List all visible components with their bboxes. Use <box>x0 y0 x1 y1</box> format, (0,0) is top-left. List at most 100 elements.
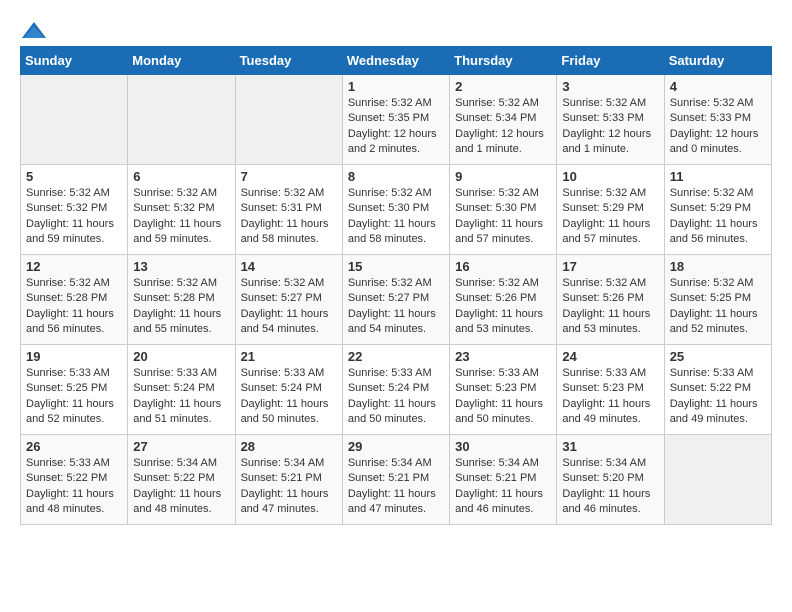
day-info: Sunrise: 5:32 AMSunset: 5:29 PMDaylight:… <box>562 186 658 248</box>
day-info: Sunrise: 5:32 AMSunset: 5:30 PMDaylight:… <box>455 186 551 248</box>
day-info: Sunrise: 5:32 AMSunset: 5:25 PMDaylight:… <box>670 276 766 338</box>
day-info: Sunrise: 5:32 AMSunset: 5:26 PMDaylight:… <box>455 276 551 338</box>
day-cell: 31Sunrise: 5:34 AMSunset: 5:20 PMDayligh… <box>557 435 664 525</box>
day-number: 1 <box>348 79 444 94</box>
header-tuesday: Tuesday <box>235 47 342 75</box>
day-info: Sunrise: 5:33 AMSunset: 5:23 PMDaylight:… <box>455 366 551 428</box>
day-cell: 30 Sunrise: 5:34 AMSunset: 5:21 PMDayligh… <box>450 435 557 525</box>
day-info: Sunrise: 5:32 AMSunset: 5:32 PMDaylight:… <box>133 186 229 248</box>
day-number: 22 <box>348 349 444 364</box>
day-cell: 20 Sunrise: 5:33 AMSunset: 5:24 PMDayligh… <box>128 345 235 435</box>
day-cell: 4 Sunrise: 5:32 AMSunset: 5:33 PMDaylight… <box>664 75 771 165</box>
day-number: 13 <box>133 259 229 274</box>
day-info: Sunrise: 5:32 AMSunset: 5:35 PMDaylight:… <box>348 96 444 158</box>
day-number: 8 <box>348 169 444 184</box>
day-cell: 26Sunrise: 5:33 AMSunset: 5:22 PMDayligh… <box>21 435 128 525</box>
day-info: Sunrise: 5:32 AMSunset: 5:28 PMDaylight:… <box>133 276 229 338</box>
day-cell: 21 Sunrise: 5:33 AMSunset: 5:24 PMDayligh… <box>235 345 342 435</box>
day-number: 3 <box>562 79 658 94</box>
day-cell: 15 Sunrise: 5:32 AMSunset: 5:27 PMDayligh… <box>342 255 449 345</box>
day-info: Sunrise: 5:32 AMSunset: 5:33 PMDaylight:… <box>562 96 658 158</box>
empty-cell <box>21 75 128 165</box>
day-number: 29 <box>348 439 444 454</box>
day-number: 18 <box>670 259 766 274</box>
day-info: Sunrise: 5:33 AMSunset: 5:24 PMDaylight:… <box>133 366 229 428</box>
day-info: Sunrise: 5:33 AMSunset: 5:22 PMDaylight:… <box>670 366 766 428</box>
calendar-week-row: 12Sunrise: 5:32 AMSunset: 5:28 PMDayligh… <box>21 255 772 345</box>
empty-cell <box>235 75 342 165</box>
day-cell: 3 Sunrise: 5:32 AMSunset: 5:33 PMDaylight… <box>557 75 664 165</box>
day-number: 30 <box>455 439 551 454</box>
day-info: Sunrise: 5:33 AMSunset: 5:24 PMDaylight:… <box>348 366 444 428</box>
day-cell: 14 Sunrise: 5:32 AMSunset: 5:27 PMDayligh… <box>235 255 342 345</box>
day-number: 2 <box>455 79 551 94</box>
day-number: 17 <box>562 259 658 274</box>
day-cell: 1 Sunrise: 5:32 AMSunset: 5:35 PMDaylight… <box>342 75 449 165</box>
day-number: 9 <box>455 169 551 184</box>
day-info: Sunrise: 5:34 AMSunset: 5:22 PMDaylight:… <box>133 456 229 518</box>
day-cell: 13 Sunrise: 5:32 AMSunset: 5:28 PMDayligh… <box>128 255 235 345</box>
header-sunday: Sunday <box>21 47 128 75</box>
day-cell: 16 Sunrise: 5:32 AMSunset: 5:26 PMDayligh… <box>450 255 557 345</box>
calendar-header-row: SundayMondayTuesdayWednesdayThursdayFrid… <box>21 47 772 75</box>
day-number: 4 <box>670 79 766 94</box>
day-info: Sunrise: 5:32 AMSunset: 5:34 PMDaylight:… <box>455 96 551 158</box>
day-number: 24 <box>562 349 658 364</box>
day-info: Sunrise: 5:32 AMSunset: 5:29 PMDaylight:… <box>670 186 766 248</box>
day-cell: 7 Sunrise: 5:32 AMSunset: 5:31 PMDaylight… <box>235 165 342 255</box>
day-cell: 5 Sunrise: 5:32 AMSunset: 5:32 PMDaylight… <box>21 165 128 255</box>
logo-icon <box>20 20 48 42</box>
day-cell: 6 Sunrise: 5:32 AMSunset: 5:32 PMDaylight… <box>128 165 235 255</box>
day-info: Sunrise: 5:34 AMSunset: 5:21 PMDaylight:… <box>348 456 444 518</box>
day-info: Sunrise: 5:32 AMSunset: 5:28 PMDaylight:… <box>26 276 122 338</box>
calendar-week-row: 1 Sunrise: 5:32 AMSunset: 5:35 PMDaylight… <box>21 75 772 165</box>
header-saturday: Saturday <box>664 47 771 75</box>
day-number: 10 <box>562 169 658 184</box>
day-number: 15 <box>348 259 444 274</box>
day-number: 14 <box>241 259 337 274</box>
calendar-week-row: 19 Sunrise: 5:33 AMSunset: 5:25 PMDayligh… <box>21 345 772 435</box>
day-number: 7 <box>241 169 337 184</box>
logo <box>20 20 52 42</box>
day-number: 31 <box>562 439 658 454</box>
day-number: 6 <box>133 169 229 184</box>
empty-cell <box>128 75 235 165</box>
day-info: Sunrise: 5:33 AMSunset: 5:23 PMDaylight:… <box>562 366 658 428</box>
day-info: Sunrise: 5:32 AMSunset: 5:33 PMDaylight:… <box>670 96 766 158</box>
day-info: Sunrise: 5:32 AMSunset: 5:31 PMDaylight:… <box>241 186 337 248</box>
calendar-week-row: 5 Sunrise: 5:32 AMSunset: 5:32 PMDaylight… <box>21 165 772 255</box>
day-number: 26 <box>26 439 122 454</box>
day-cell: 25Sunrise: 5:33 AMSunset: 5:22 PMDayligh… <box>664 345 771 435</box>
day-number: 11 <box>670 169 766 184</box>
day-cell: 27Sunrise: 5:34 AMSunset: 5:22 PMDayligh… <box>128 435 235 525</box>
day-info: Sunrise: 5:33 AMSunset: 5:24 PMDaylight:… <box>241 366 337 428</box>
day-info: Sunrise: 5:33 AMSunset: 5:25 PMDaylight:… <box>26 366 122 428</box>
day-info: Sunrise: 5:32 AMSunset: 5:27 PMDaylight:… <box>241 276 337 338</box>
header-wednesday: Wednesday <box>342 47 449 75</box>
day-cell: 23Sunrise: 5:33 AMSunset: 5:23 PMDayligh… <box>450 345 557 435</box>
header-monday: Monday <box>128 47 235 75</box>
page-header <box>20 20 772 42</box>
day-cell: 22 Sunrise: 5:33 AMSunset: 5:24 PMDayligh… <box>342 345 449 435</box>
day-number: 5 <box>26 169 122 184</box>
day-info: Sunrise: 5:32 AMSunset: 5:30 PMDaylight:… <box>348 186 444 248</box>
day-cell: 18 Sunrise: 5:32 AMSunset: 5:25 PMDayligh… <box>664 255 771 345</box>
day-number: 19 <box>26 349 122 364</box>
header-friday: Friday <box>557 47 664 75</box>
day-cell: 8 Sunrise: 5:32 AMSunset: 5:30 PMDaylight… <box>342 165 449 255</box>
day-number: 16 <box>455 259 551 274</box>
day-info: Sunrise: 5:32 AMSunset: 5:32 PMDaylight:… <box>26 186 122 248</box>
calendar-table: SundayMondayTuesdayWednesdayThursdayFrid… <box>20 46 772 525</box>
day-cell: 29 Sunrise: 5:34 AMSunset: 5:21 PMDayligh… <box>342 435 449 525</box>
day-info: Sunrise: 5:34 AMSunset: 5:21 PMDaylight:… <box>455 456 551 518</box>
day-cell: 2 Sunrise: 5:32 AMSunset: 5:34 PMDaylight… <box>450 75 557 165</box>
day-cell: 28 Sunrise: 5:34 AMSunset: 5:21 PMDayligh… <box>235 435 342 525</box>
day-number: 20 <box>133 349 229 364</box>
header-thursday: Thursday <box>450 47 557 75</box>
day-cell: 24 Sunrise: 5:33 AMSunset: 5:23 PMDayligh… <box>557 345 664 435</box>
day-number: 28 <box>241 439 337 454</box>
day-number: 21 <box>241 349 337 364</box>
day-info: Sunrise: 5:32 AMSunset: 5:26 PMDaylight:… <box>562 276 658 338</box>
day-info: Sunrise: 5:32 AMSunset: 5:27 PMDaylight:… <box>348 276 444 338</box>
day-info: Sunrise: 5:34 AMSunset: 5:21 PMDaylight:… <box>241 456 337 518</box>
